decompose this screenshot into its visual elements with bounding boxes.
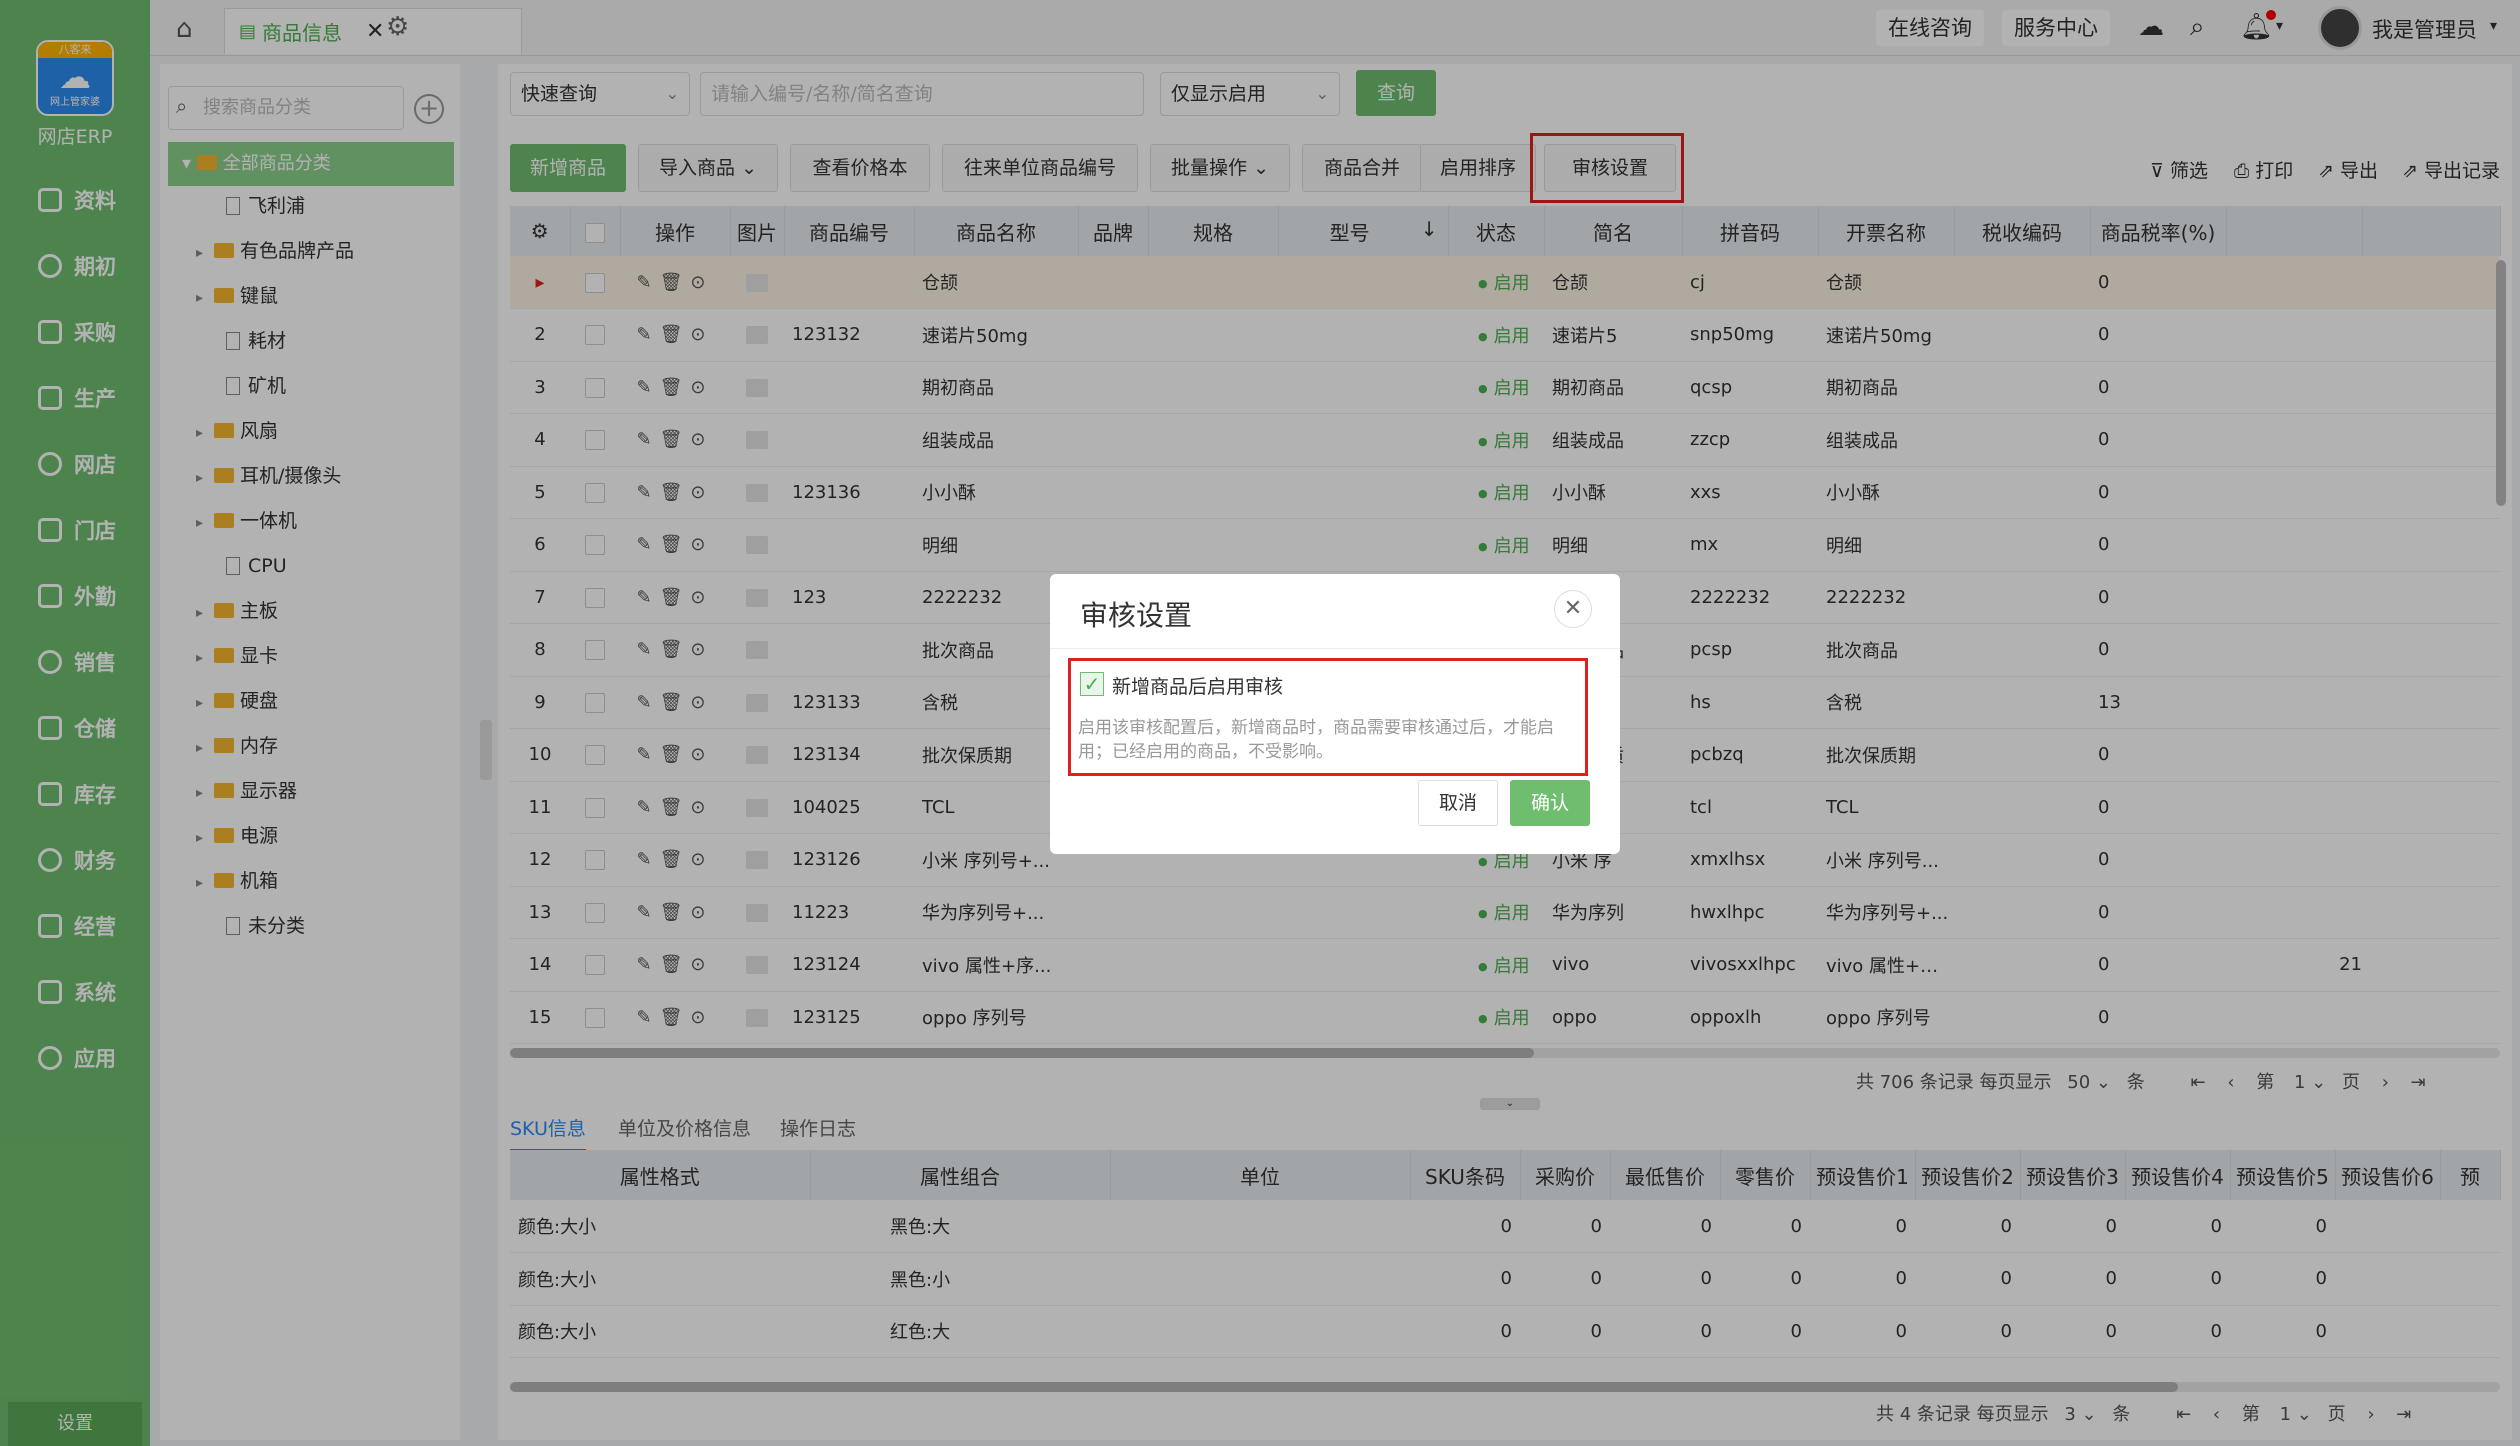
dialog-divider xyxy=(1050,648,1620,649)
dialog-title: 审核设置 xyxy=(1080,599,1193,632)
audit-settings-dialog: 审核设置 ✕ ✓ 新增商品后启用审核 启用该审核配置后，新增商品时，商品需要审核… xyxy=(1050,574,1620,854)
close-icon[interactable]: ✕ xyxy=(1554,590,1592,628)
enable-audit-checkbox[interactable]: ✓ xyxy=(1080,672,1104,696)
cancel-button[interactable]: 取消 xyxy=(1418,780,1498,826)
enable-audit-label[interactable]: 新增商品后启用审核 xyxy=(1112,672,1283,699)
confirm-button[interactable]: 确认 xyxy=(1510,780,1590,826)
dialog-description: 启用该审核配置后，新增商品时，商品需要审核通过后，才能启用；已经启用的商品，不受… xyxy=(1078,718,1554,762)
